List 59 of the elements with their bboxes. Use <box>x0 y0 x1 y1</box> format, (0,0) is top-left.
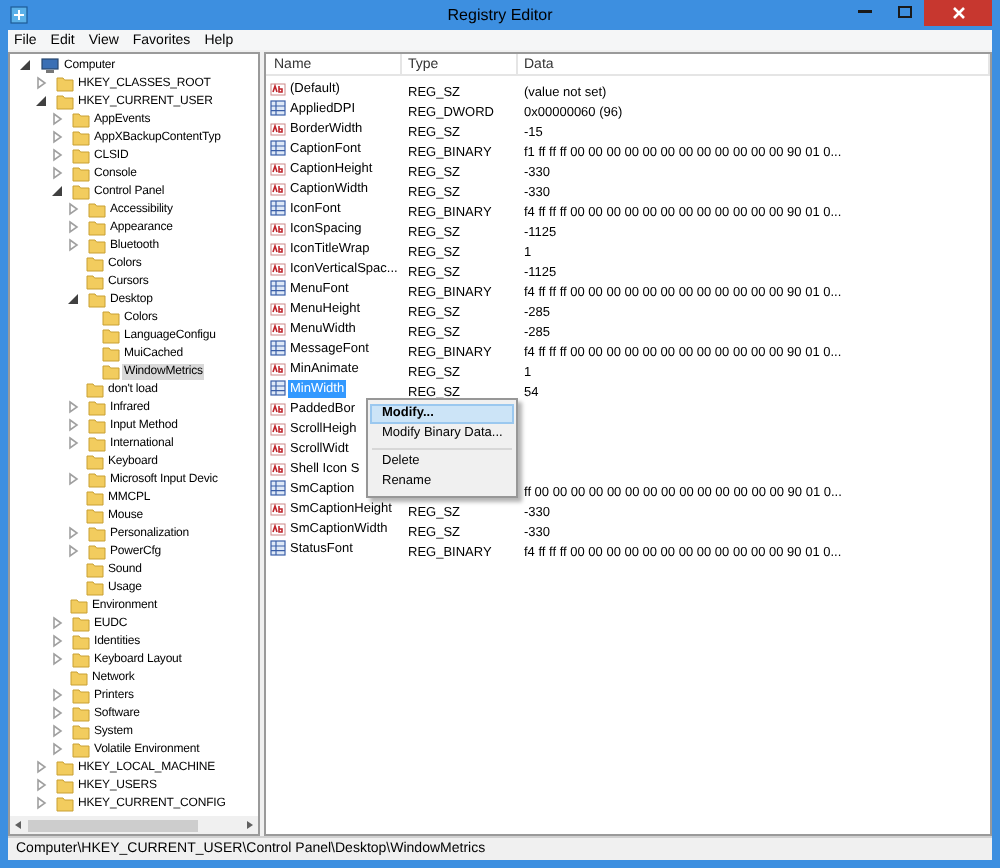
expand-arrow-icon[interactable] <box>50 742 64 756</box>
string-value-icon <box>270 460 286 476</box>
binary-value-icon <box>270 280 286 296</box>
window-title: Registry Editor <box>447 3 553 27</box>
expand-arrow-icon[interactable] <box>66 418 80 432</box>
binary-value-icon <box>270 380 286 396</box>
expand-arrow-icon[interactable] <box>66 472 80 486</box>
string-value-icon <box>270 420 286 436</box>
binary-value-icon <box>270 140 286 156</box>
expand-arrow-icon[interactable] <box>66 220 80 234</box>
collapse-arrow-icon[interactable] <box>18 58 32 72</box>
string-value-icon <box>270 440 286 456</box>
collapse-arrow-icon[interactable] <box>50 184 64 198</box>
binary-value-icon <box>270 100 286 116</box>
expand-arrow-icon[interactable] <box>50 634 64 648</box>
scroll-right-icon[interactable] <box>246 820 254 830</box>
expand-arrow-icon[interactable] <box>34 760 48 774</box>
string-value-icon <box>270 220 286 236</box>
binary-value-icon <box>270 480 286 496</box>
string-value-icon <box>270 500 286 516</box>
string-value-icon <box>270 240 286 256</box>
string-value-icon <box>270 80 286 96</box>
binary-value-icon <box>270 540 286 556</box>
horizontal-scrollbar[interactable] <box>10 816 258 834</box>
expand-arrow-icon[interactable] <box>50 148 64 162</box>
binary-value-icon <box>270 340 286 356</box>
expand-arrow-icon[interactable] <box>66 238 80 252</box>
computer-icon <box>40 57 60 73</box>
maximize-icon <box>897 6 911 18</box>
registry-icon <box>10 6 28 24</box>
close-button[interactable] <box>924 0 992 26</box>
expand-arrow-icon[interactable] <box>66 544 80 558</box>
string-value-icon <box>270 160 286 176</box>
string-value-icon <box>270 120 286 136</box>
string-value-icon <box>270 260 286 276</box>
string-value-icon <box>270 320 286 336</box>
minimize-icon <box>857 10 871 14</box>
expand-arrow-icon[interactable] <box>50 652 64 666</box>
collapse-arrow-icon[interactable] <box>66 292 80 306</box>
expand-arrow-icon[interactable] <box>66 436 80 450</box>
expand-arrow-icon[interactable] <box>66 526 80 540</box>
expand-arrow-icon[interactable] <box>50 706 64 720</box>
expand-arrow-icon[interactable] <box>66 400 80 414</box>
string-value-icon <box>270 300 286 316</box>
string-value-icon <box>270 360 286 376</box>
expand-arrow-icon[interactable] <box>50 130 64 144</box>
expand-arrow-icon[interactable] <box>50 724 64 738</box>
string-value-icon <box>270 520 286 536</box>
scroll-left-icon[interactable] <box>14 820 22 830</box>
expand-arrow-icon[interactable] <box>50 688 64 702</box>
expand-arrow-icon[interactable] <box>34 778 48 792</box>
collapse-arrow-icon[interactable] <box>34 94 48 108</box>
string-value-icon <box>270 400 286 416</box>
close-icon <box>951 6 965 20</box>
expand-arrow-icon[interactable] <box>34 796 48 810</box>
string-value-icon <box>270 180 286 196</box>
expand-arrow-icon[interactable] <box>50 616 64 630</box>
binary-value-icon <box>270 200 286 216</box>
scrollbar-thumb[interactable] <box>28 819 198 831</box>
